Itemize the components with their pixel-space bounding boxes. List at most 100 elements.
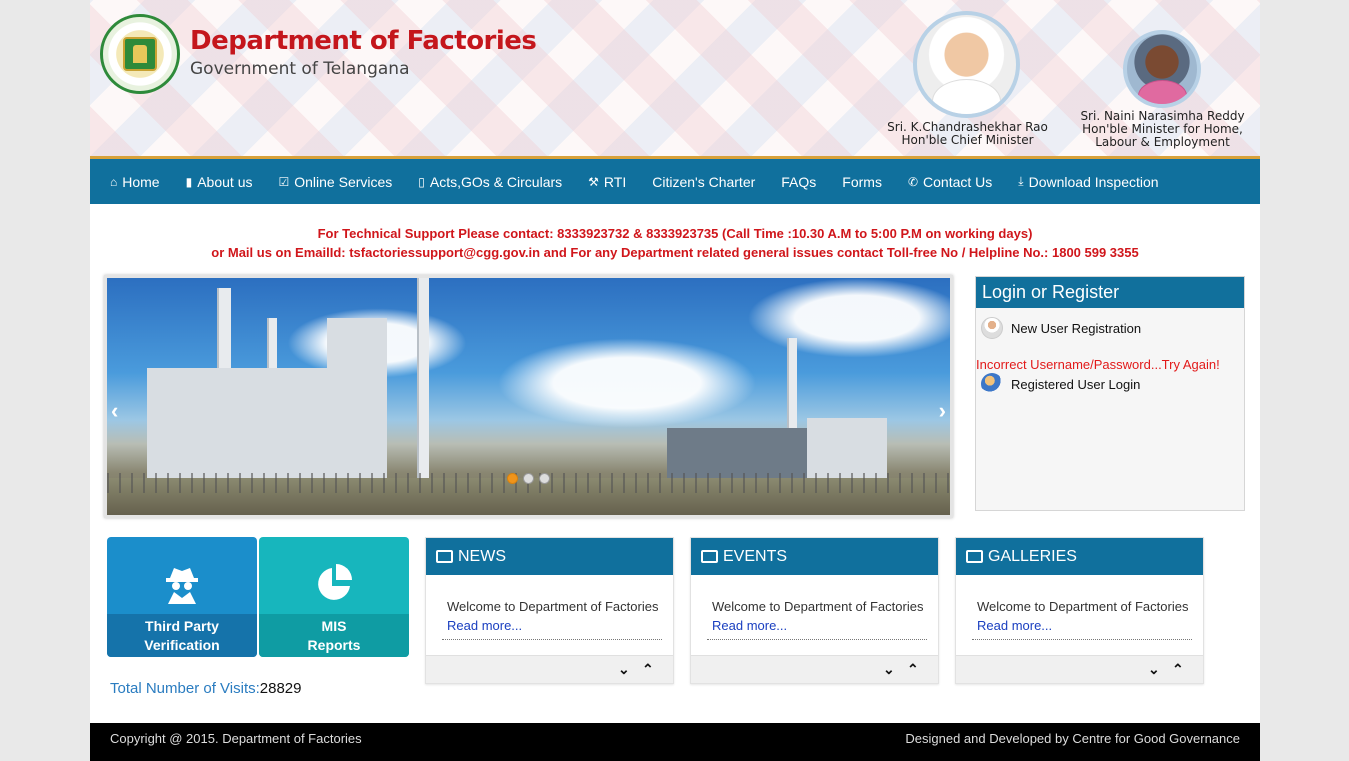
chevron-down-icon[interactable]: ⌄ <box>618 661 630 678</box>
slider-dots <box>507 473 550 484</box>
chevron-down-icon[interactable]: ⌄ <box>1148 661 1160 678</box>
support-notice: For Technical Support Please contact: 83… <box>90 224 1260 262</box>
book-icon: ▮ <box>185 174 193 189</box>
nav-label: Forms <box>842 173 882 190</box>
nav-download-inspection[interactable]: ⤓ Download Inspection <box>1018 174 1158 190</box>
slider-dot[interactable] <box>539 473 550 484</box>
chief-minister-role: Hon'ble Chief Minister <box>901 133 1034 147</box>
developer-credit: Designed and Developed by Centre for Goo… <box>905 731 1240 746</box>
news-panel: NEWS Welcome to Department of Factories … <box>425 537 674 684</box>
login-panel-title: Login or Register <box>976 277 1244 308</box>
registered-user-login-link[interactable]: Registered User Login <box>981 373 1140 395</box>
phone-icon: ✆ <box>907 174 919 189</box>
slider-dot[interactable] <box>523 473 534 484</box>
nav-label: Acts,GOs & Circulars <box>429 173 563 190</box>
site-header: Department of Factories Government of Te… <box>90 0 1260 157</box>
events-panel: EVENTS Welcome to Department of Factorie… <box>690 537 939 684</box>
pie-chart-icon <box>318 564 352 600</box>
new-user-label: New User Registration <box>1011 320 1142 336</box>
home-minister-photo <box>1123 30 1201 108</box>
panel-title: NEWS <box>458 547 506 565</box>
chevron-up-icon[interactable]: ⌃ <box>1172 661 1184 678</box>
read-more-link[interactable]: Read more... <box>712 618 787 633</box>
nav-label: RTI <box>603 173 627 190</box>
new-user-registration-link[interactable]: New User Registration <box>981 317 1141 339</box>
newspaper-icon <box>436 550 453 563</box>
nav-contact-us[interactable]: ✆ Contact Us <box>908 174 992 190</box>
read-more-link[interactable]: Read more... <box>977 618 1052 633</box>
third-party-verification-tile[interactable]: Third Party Verification <box>107 537 257 657</box>
user-key-icon <box>981 373 1003 395</box>
nav-online-services[interactable]: ☑ Online Services <box>278 174 392 190</box>
tile-label: Third Party Verification <box>107 614 257 657</box>
news-item-text: Welcome to Department of Factories <box>447 599 659 614</box>
nav-rti[interactable]: ⚒ RTI <box>588 174 626 190</box>
user-avatar-icon <box>981 317 1003 339</box>
events-item: Welcome to Department of Factories Read … <box>707 597 927 640</box>
spy-icon <box>166 568 198 604</box>
newspaper-icon <box>966 550 983 563</box>
galleries-item-text: Welcome to Department of Factories <box>977 599 1189 614</box>
site-subtitle: Government of Telangana <box>190 59 410 79</box>
galleries-item: Welcome to Department of Factories Read … <box>972 597 1192 640</box>
site-footer: Copyright @ 2015. Department of Factorie… <box>90 723 1260 761</box>
login-error-message: Incorrect Username/Password...Try Again! <box>976 357 1220 372</box>
login-panel: Login or Register New User Registration … <box>975 276 1245 511</box>
nav-citizens-charter[interactable]: Citizen's Charter <box>652 174 755 190</box>
download-icon: ⤓ <box>1018 174 1024 188</box>
nav-label: Home <box>122 173 160 190</box>
chevron-up-icon[interactable]: ⌃ <box>642 661 654 678</box>
home-minister-caption: Sri. Naini Narasimha Reddy Hon'ble Minis… <box>1080 110 1245 149</box>
support-line-2: or Mail us on EmailId: tsfactoriessuppor… <box>211 245 1139 260</box>
nav-faqs[interactable]: FAQs <box>781 174 816 190</box>
registered-user-label: Registered User Login <box>1011 376 1141 392</box>
slider-prev-arrow[interactable]: ‹ <box>111 398 118 424</box>
tile-label: MIS Reports <box>259 614 409 657</box>
nav-acts-gos-circulars[interactable]: ▯ Acts,GOs & Circulars <box>418 174 562 190</box>
image-slider[interactable]: ‹ › <box>104 275 953 518</box>
nav-label: FAQs <box>781 173 817 190</box>
galleries-panel: GALLERIES Welcome to Department of Facto… <box>955 537 1204 684</box>
mis-reports-tile[interactable]: MIS Reports <box>259 537 409 657</box>
nav-about-us[interactable]: ▮ About us <box>186 174 253 190</box>
slider-dot[interactable] <box>507 473 518 484</box>
checkbox-icon: ☑ <box>278 174 290 189</box>
home-minister-role-line2: Labour & Employment <box>1095 135 1230 149</box>
main-nav: ⌂ Home ▮ About us ☑ Online Services ▯ Acts,G… <box>90 159 1260 204</box>
chief-minister-photo <box>913 11 1020 118</box>
panel-footer: ⌄ ⌃ <box>426 655 673 683</box>
slider-next-arrow[interactable]: › <box>939 398 946 424</box>
telangana-emblem-logo[interactable] <box>100 14 180 94</box>
tile-label-line-2: Verification <box>144 637 220 653</box>
events-item-text: Welcome to Department of Factories <box>712 599 924 614</box>
read-more-link[interactable]: Read more... <box>447 618 522 633</box>
chevron-up-icon[interactable]: ⌃ <box>907 661 919 678</box>
gavel-icon: ⚒ <box>588 174 599 189</box>
news-item: Welcome to Department of Factories Read … <box>442 597 662 640</box>
nav-label: Online Services <box>294 173 393 190</box>
file-icon: ▯ <box>418 174 425 189</box>
nav-label: Download Inspection <box>1028 173 1159 190</box>
site-title[interactable]: Department of Factories <box>190 26 537 56</box>
panel-footer: ⌄ ⌃ <box>956 655 1203 683</box>
nav-label: Contact Us <box>923 173 993 190</box>
chevron-down-icon[interactable]: ⌄ <box>883 661 895 678</box>
support-line-1: For Technical Support Please contact: 83… <box>317 226 1033 241</box>
panel-title: EVENTS <box>723 547 788 565</box>
tile-label-line-1: MIS <box>321 618 347 634</box>
tile-label-line-1: Third Party <box>145 618 219 634</box>
copyright-text: Copyright @ 2015. Department of Factorie… <box>110 731 362 746</box>
page: Department of Factories Government of Te… <box>90 0 1260 761</box>
news-panel-header: NEWS <box>426 538 673 575</box>
visit-counter-label: Total Number of Visits: <box>110 680 260 697</box>
panel-title: GALLERIES <box>988 547 1077 565</box>
nav-home[interactable]: ⌂ Home <box>110 174 160 190</box>
nav-label: Citizen's Charter <box>652 173 756 190</box>
nav-forms[interactable]: Forms <box>842 174 882 190</box>
galleries-panel-header: GALLERIES <box>956 538 1203 575</box>
nav-label: About us <box>197 173 253 190</box>
home-icon: ⌂ <box>110 174 118 189</box>
tile-label-line-2: Reports <box>307 637 361 653</box>
newspaper-icon <box>701 550 718 563</box>
chief-minister-caption: Sri. K.Chandrashekhar Rao Hon'ble Chief … <box>880 121 1055 147</box>
